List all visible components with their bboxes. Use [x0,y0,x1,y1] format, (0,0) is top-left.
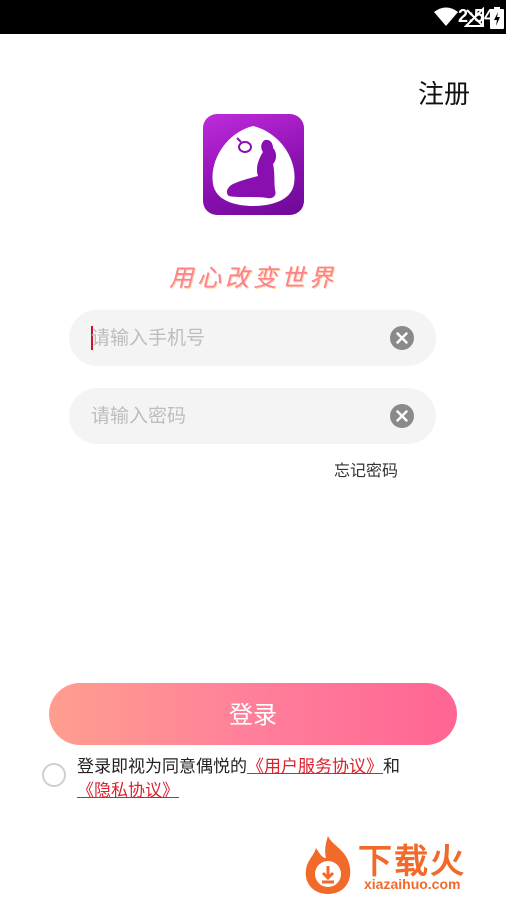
silhouette-logo-icon [212,126,295,206]
password-field[interactable] [69,388,436,444]
status-bar: 2:54 [0,0,506,34]
watermark: 下载火 xiazaihuo.com [298,832,506,898]
agreement-checkbox[interactable] [42,763,66,787]
watermark-domain: xiazaihuo.com [364,876,461,892]
app-logo [203,114,304,215]
clear-password-button[interactable] [390,404,414,428]
clear-phone-button[interactable] [390,326,414,350]
status-time: 2:54 [457,6,494,26]
forgot-password-link[interactable]: 忘记密码 [334,457,398,481]
clear-icon [396,332,408,344]
flame-logo-icon [305,836,351,894]
password-input[interactable] [91,388,381,444]
privacy-link[interactable]: 《隐私协议》 [77,781,179,801]
wifi-icon [434,7,458,26]
login-button[interactable]: 登录 [49,683,457,745]
slogan: 用心改变世界 [169,264,337,292]
terms-link[interactable]: 《用户服务协议》 [247,757,383,777]
agreement-text: 登录即视为同意偶悦的《用户服务协议》和 《隐私协议》 [77,755,457,803]
agreement-prefix: 登录即视为同意偶悦的 [77,757,247,777]
clear-icon [396,410,408,422]
register-link[interactable]: 注册 [418,74,470,111]
agreement-joiner: 和 [383,757,400,777]
phone-field[interactable] [69,310,436,366]
phone-input[interactable] [91,310,381,366]
